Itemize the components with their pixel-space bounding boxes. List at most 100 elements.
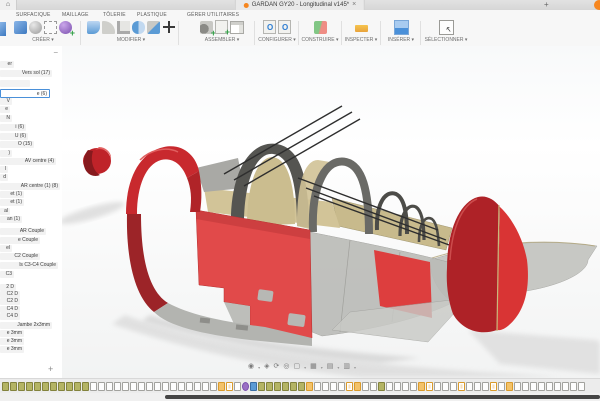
timeline-selected-feature-icon[interactable] [354,382,361,391]
timeline-feature-icon[interactable] [434,382,441,391]
group-label-construire[interactable]: CONSTRUIRE ▾ [299,37,341,43]
pan-icon[interactable]: ◈ [264,362,269,372]
timeline-sketch-icon[interactable] [66,382,73,391]
zoom-icon[interactable]: ◎ [283,362,289,372]
timeline-scrollbar[interactable] [165,395,600,399]
timeline-feature-icon[interactable] [442,382,449,391]
browser-item[interactable]: 2 D [0,284,16,291]
timeline-selected-feature-icon[interactable] [218,382,225,391]
close-tab-icon[interactable]: × [352,0,356,10]
timeline-feature-icon[interactable] [114,382,121,391]
timeline-feature-icon[interactable] [178,382,185,391]
timeline-feature-icon[interactable] [322,382,329,391]
timeline-feature-icon[interactable] [530,382,537,391]
timeline-feature-icon[interactable] [362,382,369,391]
grid-settings-icon[interactable]: ▤ [327,362,334,372]
timeline-sketch-icon[interactable] [378,382,385,391]
ribbon-tab-plastique[interactable]: PLASTIQUE [137,12,167,18]
timeline-feature-icon[interactable] [234,382,241,391]
browser-item[interactable] [0,80,30,87]
ribbon-tab-surfacique[interactable]: SURFACIQUE [16,12,51,18]
browser-item[interactable]: V [0,98,12,105]
timeline-feature-icon[interactable] [466,382,473,391]
display-settings-icon[interactable]: ▦ [310,362,317,372]
ribbon-tab-maillage[interactable]: MAILLAGE [62,12,89,18]
browser-item[interactable]: i (6) [0,124,26,131]
browser-item[interactable]: C2 D [0,298,20,305]
timeline-sketch-icon[interactable] [282,382,289,391]
ribbon-tab-utilitaires[interactable]: UTILITAIRES [207,12,239,18]
timeline-sketch-icon[interactable] [290,382,297,391]
timeline-feature-icon[interactable] [370,382,377,391]
fillet-icon[interactable] [102,21,115,34]
timeline-feature-icon[interactable] [394,382,401,391]
loft-icon[interactable] [14,21,27,34]
browser-item[interactable]: d [0,174,8,181]
browser-item[interactable]: et (1) [0,191,24,198]
joint-icon[interactable] [200,21,213,34]
group-label-sélectionner[interactable]: SÉLECTIONNER ▾ [422,37,470,43]
timeline-feature-icon[interactable] [450,382,457,391]
timeline-sketch-icon[interactable] [266,382,273,391]
new-component-icon[interactable] [215,20,228,34]
timeline-feature-icon[interactable] [106,382,113,391]
timeline-feature-icon[interactable] [338,382,345,391]
browser-add-button[interactable]: + [48,364,53,374]
timeline-sketch-icon[interactable] [274,382,281,391]
timeline-sketch-icon[interactable] [74,382,81,391]
timeline-feature-icon[interactable] [522,382,529,391]
timeline-feature-icon[interactable] [538,382,545,391]
rigid-group-icon[interactable] [230,21,244,34]
browser-item[interactable]: e 3mm [0,346,24,353]
timeline-sketch-icon[interactable] [10,382,17,391]
timeline-feature-icon[interactable] [554,382,561,391]
timeline-feature-icon[interactable] [186,382,193,391]
browser-item[interactable]: AR Couple [0,228,46,235]
timeline-sketch-icon[interactable] [2,382,9,391]
viewports-icon[interactable]: ▥ [343,362,350,372]
ribbon-tab-gérer[interactable]: GÉRER [187,12,206,18]
timeline-selected-feature-icon[interactable] [306,382,313,391]
configuration-table-icon[interactable] [278,20,291,34]
group-label-inspecter[interactable]: INSPECTER ▾ [342,37,380,43]
shell-icon[interactable] [117,21,130,34]
group-label-créer[interactable]: CRÉER ▾ [6,37,80,43]
browser-item[interactable]: C4 D [0,313,20,320]
timeline-highlight-feature-icon[interactable] [490,382,497,391]
ribbon-tab-tôlerie[interactable]: TÔLERIE [103,12,126,18]
boundary-fill-icon[interactable] [44,21,57,34]
timeline-form-icon[interactable] [242,382,249,391]
select-icon[interactable] [439,20,454,35]
timeline-sketch-icon[interactable] [82,382,89,391]
browser-item[interactable]: ls C3-C4 Couple [0,262,58,269]
new-tab-button[interactable]: + [544,0,549,10]
browser-item[interactable]: e Couple [0,237,40,244]
browser-item[interactable]: Vers sol (17) [0,70,52,77]
timeline-feature-icon[interactable] [482,382,489,391]
timeline-feature-icon[interactable] [386,382,393,391]
timeline-feature-icon[interactable] [546,382,553,391]
timeline-feature-icon[interactable] [498,382,505,391]
timeline-feature-icon[interactable] [202,382,209,391]
browser-item[interactable]: e 3mm [0,338,24,345]
browser-item[interactable]: O (15) [0,141,34,148]
timeline-selected-feature-icon[interactable] [506,382,513,391]
user-avatar[interactable] [594,0,600,10]
timeline-highlight-feature-icon[interactable] [226,382,233,391]
browser-item[interactable]: e (6) [0,89,50,98]
timeline-sketch-icon[interactable] [298,382,305,391]
timeline-feature-icon[interactable] [578,382,585,391]
combine-icon[interactable] [132,21,145,34]
browser-item[interactable]: l [0,166,8,173]
browser-collapse-icon[interactable]: − [53,48,58,57]
timeline-feature-icon[interactable] [162,382,169,391]
timeline-sketch-icon[interactable] [26,382,33,391]
browser-item[interactable]: e [0,106,10,113]
browser-item[interactable]: C3 [0,271,14,278]
group-label-insérer[interactable]: INSÉRER ▾ [382,37,420,43]
browser-item[interactable]: U (6) [0,133,28,140]
timeline-highlight-feature-icon[interactable] [426,382,433,391]
construction-plane-icon[interactable] [314,21,327,34]
timeline-feature-icon[interactable] [98,382,105,391]
timeline-sketch-icon[interactable] [42,382,49,391]
